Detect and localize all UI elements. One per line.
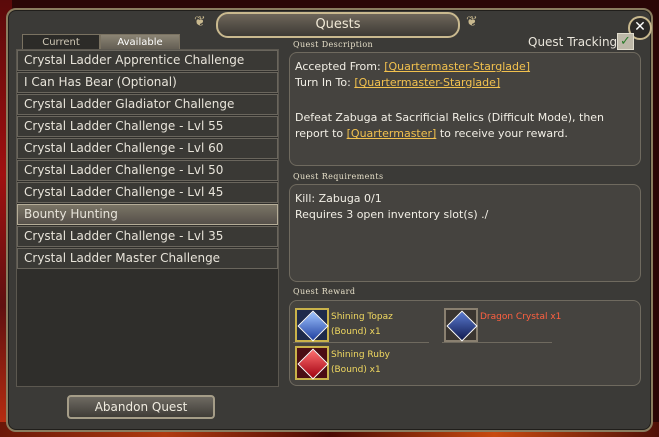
close-icon: ✕ xyxy=(634,19,646,35)
accepted-from-link[interactable]: [Quartermaster-Starglade] xyxy=(384,60,530,73)
reward-qty: (Bound) x1 xyxy=(331,327,381,337)
description-line-1: Defeat Zabuga at Sacrificial Relics (Dif… xyxy=(295,111,605,124)
reward-qty: (Bound) x1 xyxy=(331,365,381,375)
quest-list: Crystal Ladder Apprentice Challenge I Ca… xyxy=(16,49,279,387)
accepted-from-row: Accepted From: [Quartermaster-Starglade] xyxy=(295,60,530,73)
window-title: Quests xyxy=(216,12,460,38)
title-ornament-right-icon: ❦ xyxy=(466,14,478,30)
description-text-post: to receive your reward. xyxy=(439,127,568,140)
quartermaster-link[interactable]: [Quartermaster] xyxy=(347,127,437,140)
turn-in-link[interactable]: [Quartermaster-Starglade] xyxy=(354,76,500,89)
reward-name: Shining Topaz xyxy=(331,312,393,322)
quest-description-heading: Quest Description xyxy=(293,40,374,49)
reward-item[interactable]: Shining Topaz (Bound) x1 xyxy=(293,306,433,343)
quest-item-selected[interactable]: Bounty Hunting xyxy=(17,204,278,225)
checkmark-icon: ✓ xyxy=(620,34,631,49)
title-ornament-left-icon: ❦ xyxy=(194,14,206,30)
quest-reward-heading: Quest Reward xyxy=(293,287,356,296)
quest-item[interactable]: Crystal Ladder Challenge - Lvl 35 xyxy=(17,226,278,247)
quest-item[interactable]: Crystal Ladder Challenge - Lvl 60 xyxy=(17,138,278,159)
red-gem-icon xyxy=(295,346,329,380)
reward-name: Shining Ruby xyxy=(331,350,390,360)
quest-item[interactable]: Crystal Ladder Challenge - Lvl 50 xyxy=(17,160,278,181)
quest-requirements-panel: Kill: Zabuga 0/1 Requires 3 open invento… xyxy=(289,184,641,282)
reward-item[interactable]: Dragon Crystal x1 xyxy=(442,306,582,343)
reward-item[interactable]: Shining Ruby (Bound) x1 xyxy=(293,344,433,381)
quest-item[interactable]: Crystal Ladder Challenge - Lvl 45 xyxy=(17,182,278,203)
blue-gem-icon xyxy=(295,308,329,342)
reward-name: Dragon Crystal x1 xyxy=(480,312,562,322)
description-line-2: report to [Quartermaster] to receive you… xyxy=(295,127,568,140)
turn-in-row: Turn In To: [Quartermaster-Starglade] xyxy=(295,76,500,89)
requirement-kill: Kill: Zabuga 0/1 xyxy=(295,192,382,205)
requirement-slots: Requires 3 open inventory slot(s) ./ xyxy=(295,208,489,221)
quest-item[interactable]: Crystal Ladder Master Challenge xyxy=(17,248,278,269)
quest-tracking-checkbox[interactable]: ✓ xyxy=(617,33,634,50)
quest-item[interactable]: Crystal Ladder Challenge - Lvl 55 xyxy=(17,116,278,137)
quest-tracking-label: Quest Tracking xyxy=(528,35,618,49)
quest-requirements-heading: Quest Requirements xyxy=(293,172,384,181)
quest-reward-panel: Shining Topaz (Bound) x1 Dragon Crystal … xyxy=(289,300,641,386)
quest-description-panel: Accepted From: [Quartermaster-Starglade]… xyxy=(289,52,641,166)
blue-crystal-icon xyxy=(444,308,478,342)
quest-item[interactable]: Crystal Ladder Apprentice Challenge xyxy=(17,50,278,71)
description-text-pre: report to xyxy=(295,127,344,140)
abandon-quest-button[interactable]: Abandon Quest xyxy=(67,395,215,419)
accepted-from-label: Accepted From: xyxy=(295,60,381,73)
quest-item[interactable]: Crystal Ladder Gladiator Challenge xyxy=(17,94,278,115)
turn-in-label: Turn In To: xyxy=(295,76,351,89)
quest-item[interactable]: I Can Has Bear (Optional) xyxy=(17,72,278,93)
